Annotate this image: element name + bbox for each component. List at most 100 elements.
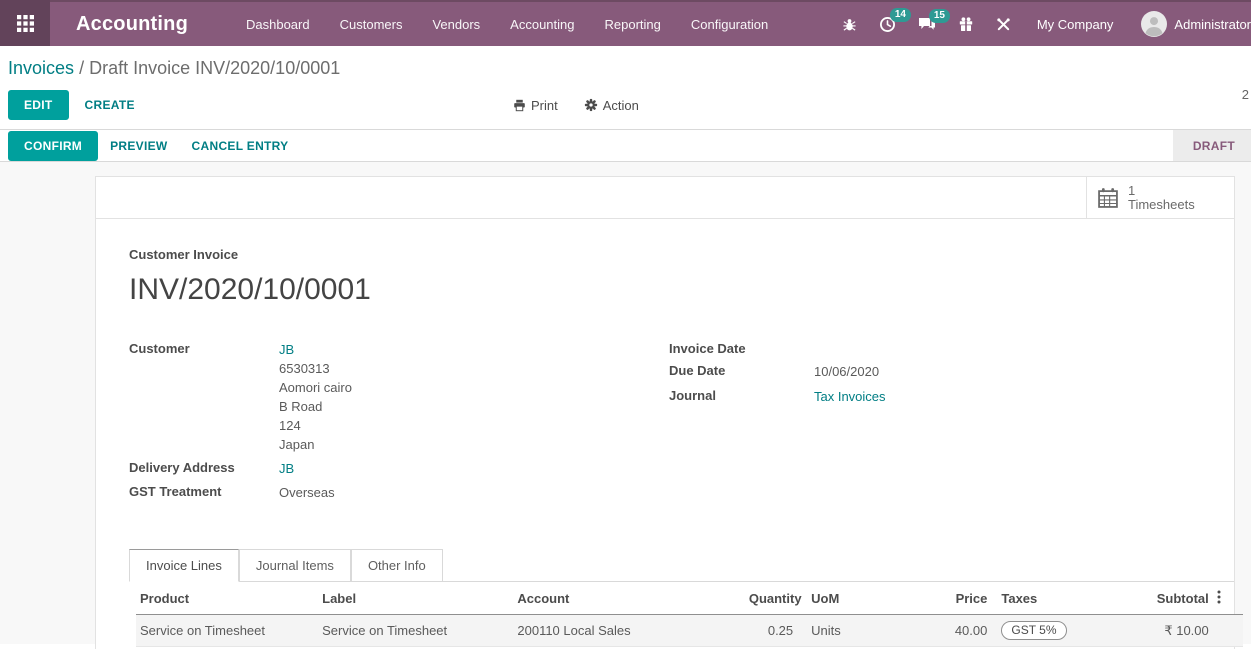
- tab-bar: Invoice Lines Journal Items Other Info: [129, 549, 1234, 582]
- print-label: Print: [531, 98, 558, 113]
- menu-item-customers[interactable]: Customers: [340, 17, 403, 32]
- pager[interactable]: 2: [1242, 87, 1249, 102]
- breadcrumb-current: Draft Invoice INV/2020/10/0001: [89, 58, 340, 78]
- action-label: Action: [603, 98, 639, 113]
- customer-address-line: B Road: [279, 397, 352, 416]
- cancel-entry-button[interactable]: CANCEL ENTRY: [180, 132, 301, 160]
- table-header-row: Product Label Account Quantity UoM Price…: [136, 582, 1243, 615]
- col-header-quantity[interactable]: Quantity: [745, 582, 797, 615]
- invoice-lines-table: Product Label Account Quantity UoM Price…: [136, 582, 1243, 647]
- printer-icon: [513, 99, 526, 112]
- create-button[interactable]: CREATE: [69, 91, 151, 119]
- invoice-sheet: 1 Timesheets Customer Invoice INV/2020/1…: [95, 176, 1235, 649]
- line-quantity: 0.25: [745, 615, 797, 647]
- document-type-label: Customer Invoice: [129, 247, 1234, 262]
- col-header-price[interactable]: Price: [943, 582, 991, 615]
- invoice-number: INV/2020/10/0001: [129, 273, 1234, 307]
- apps-menu-button[interactable]: [0, 0, 50, 46]
- breadcrumb-separator: /: [79, 58, 84, 78]
- avatar: [1141, 11, 1167, 37]
- invoice-line-row[interactable]: Service on Timesheet Service on Timeshee…: [136, 615, 1243, 647]
- delivery-address-field-label: Delivery Address: [129, 459, 279, 478]
- customer-address-line: Japan: [279, 435, 352, 454]
- menu-item-configuration[interactable]: Configuration: [691, 17, 768, 32]
- top-navbar: Accounting Dashboard Customers Vendors A…: [0, 0, 1251, 46]
- optional-columns-toggle[interactable]: [1213, 582, 1243, 615]
- tab-other-info[interactable]: Other Info: [351, 549, 443, 582]
- menu-item-reporting[interactable]: Reporting: [605, 17, 661, 32]
- apps-grid-icon: [17, 15, 34, 32]
- col-header-uom[interactable]: UoM: [797, 582, 943, 615]
- gst-treatment-value: Overseas: [279, 483, 335, 502]
- menu-item-accounting[interactable]: Accounting: [510, 17, 574, 32]
- customer-field-label: Customer: [129, 340, 279, 454]
- col-header-subtotal[interactable]: Subtotal: [1139, 582, 1212, 615]
- line-label: Service on Timesheet: [318, 615, 513, 647]
- debug-button[interactable]: [842, 17, 857, 32]
- status-badge: DRAFT: [1193, 139, 1235, 153]
- systray: 14 15 My Company: [842, 11, 1251, 37]
- control-panel-buttons: EDIT CREATE Print: [8, 87, 1251, 123]
- col-header-product[interactable]: Product: [136, 582, 318, 615]
- customer-address-line: 6530313: [279, 359, 352, 378]
- main-menu: Dashboard Customers Vendors Accounting R…: [246, 17, 768, 32]
- breadcrumb: Invoices / Draft Invoice INV/2020/10/000…: [8, 56, 1251, 87]
- bug-icon: [842, 17, 857, 32]
- message-count-badge: 15: [929, 9, 950, 23]
- line-taxes: GST 5%: [991, 615, 1139, 647]
- status-stage[interactable]: DRAFT: [1173, 130, 1251, 161]
- company-switcher[interactable]: My Company: [1037, 17, 1114, 32]
- activity-count-badge: 14: [890, 8, 911, 22]
- menu-item-vendors[interactable]: Vendors: [432, 17, 480, 32]
- tools-icon: [996, 17, 1011, 32]
- invoice-date-field-label: Invoice Date: [669, 340, 814, 356]
- user-name: Administrator: [1174, 17, 1251, 32]
- confirm-button[interactable]: CONFIRM: [8, 131, 98, 161]
- messages-button[interactable]: 15: [918, 17, 936, 32]
- action-menu[interactable]: Action: [584, 98, 639, 113]
- button-box: 1 Timesheets: [96, 176, 1234, 219]
- customer-link[interactable]: JB: [279, 340, 352, 359]
- line-product: Service on Timesheet: [136, 615, 318, 647]
- tools-button[interactable]: [996, 17, 1011, 32]
- calendar-icon: [1097, 187, 1119, 209]
- notebook: Invoice Lines Journal Items Other Info P…: [129, 549, 1234, 647]
- field-groups: Customer JB 6530313 Aomori cairo B Road …: [129, 340, 1234, 507]
- partner-group: Customer JB 6530313 Aomori cairo B Road …: [129, 340, 669, 507]
- gift-icon: [958, 16, 974, 32]
- journal-link[interactable]: Tax Invoices: [814, 387, 886, 406]
- timesheets-stat-button[interactable]: 1 Timesheets: [1086, 177, 1234, 218]
- stat-button-count: 1: [1128, 184, 1195, 198]
- tab-invoice-lines[interactable]: Invoice Lines: [129, 549, 239, 582]
- due-date-field-label: Due Date: [669, 362, 814, 381]
- activities-button[interactable]: 14: [879, 16, 896, 33]
- breadcrumb-parent-link[interactable]: Invoices: [8, 58, 74, 78]
- sheet-content: Customer Invoice INV/2020/10/0001 Custom…: [96, 219, 1234, 647]
- journal-field-label: Journal: [669, 387, 814, 406]
- gift-button[interactable]: [958, 16, 974, 32]
- print-menu[interactable]: Print: [513, 98, 558, 113]
- line-subtotal: ₹ 10.00: [1139, 615, 1212, 647]
- line-price: 40.00: [943, 615, 991, 647]
- statusbar: CONFIRM PREVIEW CANCEL ENTRY DRAFT: [0, 129, 1251, 162]
- app-title[interactable]: Accounting: [76, 13, 188, 36]
- menu-item-dashboard[interactable]: Dashboard: [246, 17, 310, 32]
- stat-button-label: Timesheets: [1128, 198, 1195, 212]
- delivery-address-link[interactable]: JB: [279, 459, 294, 478]
- customer-address-line: Aomori cairo: [279, 378, 352, 397]
- preview-button[interactable]: PREVIEW: [98, 132, 179, 160]
- dates-group: Invoice Date Due Date 10/06/2020 Journal…: [669, 340, 1234, 507]
- col-header-account[interactable]: Account: [513, 582, 744, 615]
- due-date-value[interactable]: 10/06/2020: [814, 362, 879, 381]
- user-menu[interactable]: Administrator: [1141, 11, 1251, 37]
- col-header-label[interactable]: Label: [318, 582, 513, 615]
- edit-button[interactable]: EDIT: [8, 90, 69, 120]
- gear-icon: [584, 98, 598, 112]
- form-view: 1 Timesheets Customer Invoice INV/2020/1…: [0, 162, 1251, 644]
- customer-address-line: 124: [279, 416, 352, 435]
- vertical-dots-icon: [1217, 590, 1221, 604]
- tab-journal-items[interactable]: Journal Items: [239, 549, 351, 582]
- line-uom: Units: [797, 615, 943, 647]
- line-account: 200110 Local Sales: [513, 615, 744, 647]
- col-header-taxes[interactable]: Taxes: [991, 582, 1139, 615]
